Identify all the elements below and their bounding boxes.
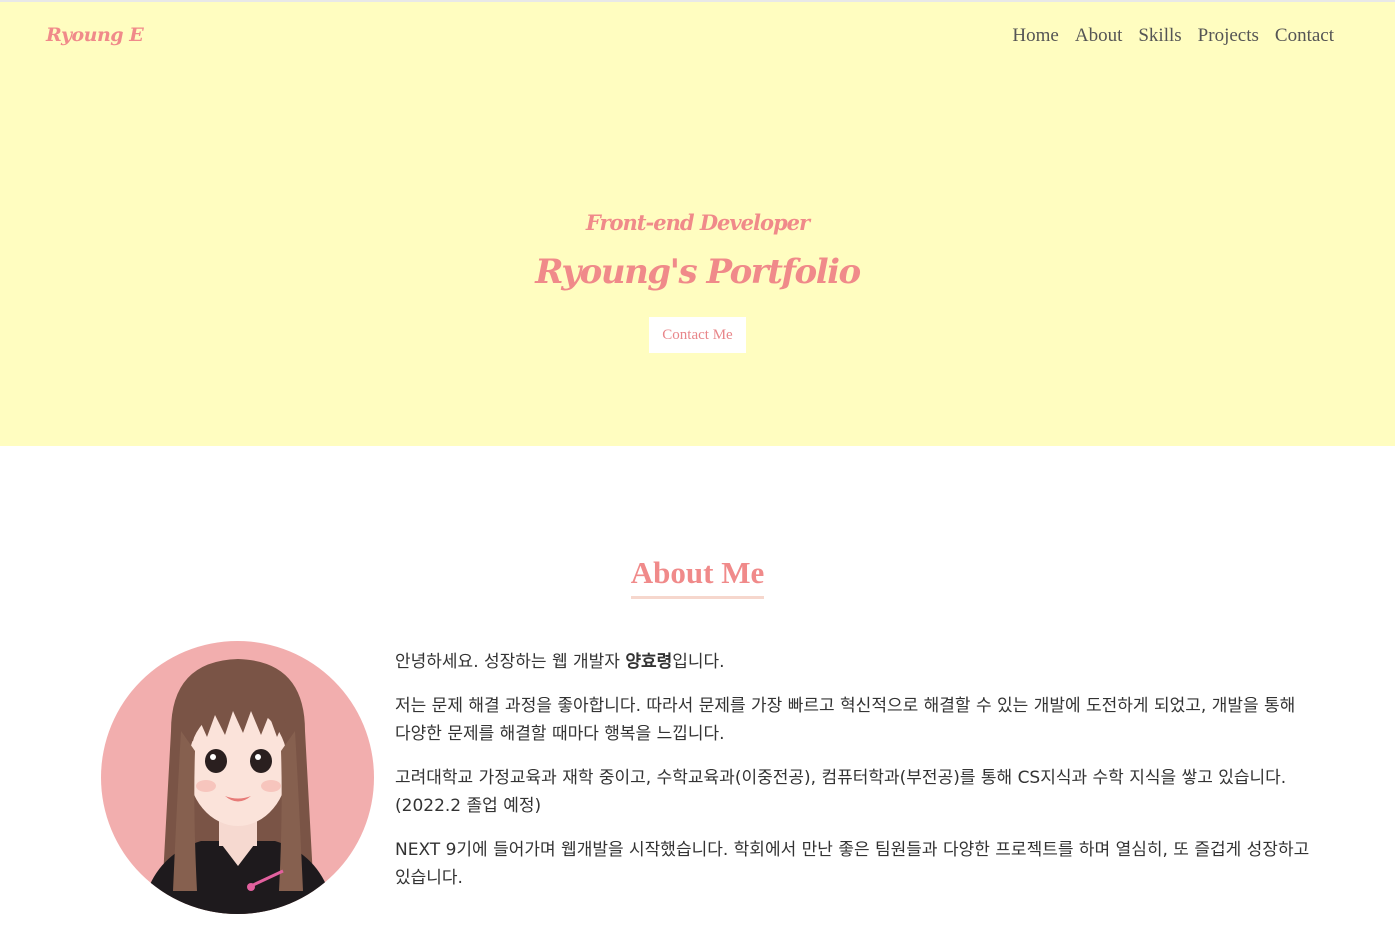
hero-section: Ryoung E Home About Skills Projects Cont… — [0, 2, 1395, 446]
nav-about[interactable]: About — [1075, 25, 1123, 47]
about-title: About Me — [630, 554, 765, 599]
avatar — [101, 641, 374, 914]
about-intro-text: 안녕하세요. 성장하는 웹 개발자 — [395, 652, 626, 672]
about-paragraph-3: 고려대학교 가정교육과 재학 중이고, 수학교육과(이중전공), 컴퓨터학과(부… — [395, 768, 1287, 816]
about-text: 안녕하세요. 성장하는 웹 개발자 양효령입니다. 저는 문제 해결 과정을 좋… — [395, 648, 1310, 908]
about-intro-suffix: 입니다. — [672, 652, 725, 672]
about-paragraph-2: 저는 문제 해결 과정을 좋아합니다. 따라서 문제를 가장 빠르고 혁신적으로… — [395, 696, 1296, 744]
hero-content: Front-end Developer Ryoung's Portfolio C… — [0, 207, 1395, 353]
about-paragraph-1: 안녕하세요. 성장하는 웹 개발자 양효령입니다. — [395, 648, 1310, 676]
site-logo[interactable]: Ryoung E — [46, 24, 144, 46]
avatar-illustration-icon — [141, 659, 335, 914]
nav-contact[interactable]: Contact — [1275, 25, 1334, 47]
nav-home[interactable]: Home — [1012, 25, 1058, 47]
nav-projects[interactable]: Projects — [1198, 25, 1259, 47]
contact-me-button[interactable]: Contact Me — [649, 317, 746, 353]
nav-skills[interactable]: Skills — [1138, 25, 1181, 47]
about-paragraph-4: NEXT 9기에 들어가며 웹개발을 시작했습니다. 학회에서 만난 좋은 팀원… — [395, 840, 1310, 888]
main-nav: Home About Skills Projects Contact — [1012, 25, 1334, 47]
about-heading-wrap: About Me — [0, 554, 1395, 599]
hero-title: Ryoung's Portfolio — [535, 252, 861, 292]
author-name: 양효령 — [625, 652, 673, 672]
hero-subtitle: Front-end Developer — [585, 210, 810, 235]
